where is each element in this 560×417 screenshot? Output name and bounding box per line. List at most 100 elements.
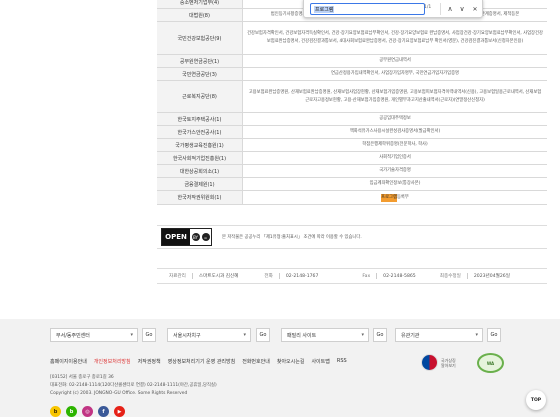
select-label: 서울시자치구 xyxy=(173,332,201,339)
chevron-down-icon: ▾ xyxy=(475,332,478,338)
divider xyxy=(466,273,468,279)
document-list: 입금계좌확인정보(통장사본) xyxy=(369,181,421,186)
footer-link[interactable]: RSS xyxy=(337,358,347,365)
agency-name: 국가평생교육진흥원(1) xyxy=(157,139,243,151)
footer-link[interactable]: 전화번호안내 xyxy=(242,358,270,365)
select-label: 부서/동주민센터 xyxy=(56,332,90,339)
divider xyxy=(278,273,280,279)
select-label: 패밀리 사이트 xyxy=(287,332,317,339)
chevron-down-icon: ▾ xyxy=(130,332,133,338)
find-prev-button[interactable]: ∧ xyxy=(445,3,455,15)
dept-label: 자료관리 xyxy=(169,274,186,279)
district-select[interactable]: 서울시자치구 ▾ xyxy=(167,328,251,342)
find-separator xyxy=(440,3,441,15)
dept-select[interactable]: 부서/동주민센터 ▾ xyxy=(50,328,138,342)
page: 중소벤처기업부(4)벤처기업확인서, 벤처기업확인서(영문), 중소기업확인서,… xyxy=(0,0,560,417)
footer-link[interactable]: 사이트맵 xyxy=(311,358,329,365)
footer-link[interactable]: 홈페이지이용안내 xyxy=(50,358,87,365)
close-icon: ✕ xyxy=(472,5,478,13)
footer-link[interactable]: 저작권정책 xyxy=(138,358,161,365)
blog-icon[interactable]: b xyxy=(66,406,77,417)
document-list: 건강보험자격확인서, 건강보험자격득실확인서, 건강·장기요양보험료납부확인서,… xyxy=(247,31,543,44)
agency-name: 공무원연금공단(1) xyxy=(157,55,243,67)
web-accessibility-mark[interactable]: WA xyxy=(477,353,504,373)
doc-text: 등록부 xyxy=(396,194,409,200)
footer-info: [03152] 서울 종로구 종로1길 36 대표전화: 02-2148-111… xyxy=(50,374,217,398)
license-icons: BY = xyxy=(190,229,211,245)
document-list: 사회적기업인증서 xyxy=(379,155,411,160)
agency-name: 금융결제원(1) xyxy=(157,178,243,190)
find-close-button[interactable]: ✕ xyxy=(470,3,480,15)
footer-link[interactable]: 영상정보처리기기 운영 관리방침 xyxy=(168,358,236,365)
document-list: 연금산정용가입내역확인서, 사업장가입자명부, 국민연금가입자가입증명 xyxy=(330,71,459,76)
facebook-icon[interactable]: f xyxy=(98,406,109,417)
document-list: 국가기술자격증명 xyxy=(379,168,411,173)
agency-docs-table: 중소벤처기업부(4)벤처기업확인서, 벤처기업확인서(영문), 중소기업확인서,… xyxy=(157,0,547,205)
national-symbol-text: 국가상징 알아보기 xyxy=(441,358,456,368)
document-list: 액화석유가스사용시설완성검사증명서(발급확인서) xyxy=(349,129,441,134)
document-list: 프로그램 등록부 xyxy=(243,191,547,204)
footer-links: 홈페이지이용안내 개인정보처리방침 저작권정책 영상정보처리기기 운영 관리방침… xyxy=(50,358,347,365)
chevron-down-icon: ▾ xyxy=(243,332,246,338)
taegeuk-icon xyxy=(421,354,438,371)
divider xyxy=(376,273,378,279)
document-list: 학점은행제학위증명(전문학사, 학사) xyxy=(362,142,428,147)
table-row: 한국사회적기업진흥원(1) 사회적기업인증서 xyxy=(157,152,547,165)
kakao-icon[interactable]: b xyxy=(50,406,61,417)
top-button[interactable]: TOP xyxy=(526,390,546,410)
table-row: 국가평생교육진흥원(1) 학점은행제학위증명(전문학사, 학사) xyxy=(157,139,547,152)
document-list: 공무원연금내역서 xyxy=(379,58,411,63)
chevron-down-icon: ∨ xyxy=(459,5,465,13)
agency-name: 대법원(8) xyxy=(157,9,243,21)
table-row: 국민건강보험공단(9) 건강보험자격확인서, 건강보험자격득실확인서, 건강·장기… xyxy=(157,22,547,55)
chevron-up-icon: ∧ xyxy=(447,5,453,13)
select-label: 유관기관 xyxy=(401,332,420,339)
table-row: 근로복지공단(8) 고용보험료완납증명원, 산재보험료완납증명원, 산재보험사업장… xyxy=(157,81,547,113)
table-row: 공무원연금공단(1) 공무원연금내역서 xyxy=(157,55,547,68)
site-footer: 부서/동주민센터 ▾ Go 서울시자치구 ▾ Go 패밀리 사이트 ▾ Go 유… xyxy=(0,319,560,417)
dept-value: 스마트도시과 김신혜 xyxy=(198,274,239,279)
agency-name: 대한상공회의소(1) xyxy=(157,165,243,177)
agency-name: 중소벤처기업부(4) xyxy=(157,0,243,8)
instagram-icon[interactable]: ◎ xyxy=(82,406,93,417)
national-symbol-line1: 국가상징 xyxy=(441,357,456,363)
youtube-icon[interactable]: ▶ xyxy=(114,406,125,417)
related-org-go-button[interactable]: Go xyxy=(487,328,501,342)
document-list: 공공임대주택정보 xyxy=(379,116,411,121)
agency-name: 한국가스안전공사(1) xyxy=(157,126,243,138)
agency-name: 국민연금공단(3) xyxy=(157,68,243,80)
fax-label: Fax xyxy=(362,273,371,279)
related-org-select[interactable]: 유관기관 ▾ xyxy=(395,328,483,342)
family-site-go-button[interactable]: Go xyxy=(373,328,387,342)
kogl-logo[interactable]: OPEN BY = xyxy=(161,228,212,246)
find-input[interactable]: 프로그램 xyxy=(310,3,425,15)
agency-name: 근로복지공단(8) xyxy=(157,81,243,112)
updated-value: 2023년04월26일 xyxy=(473,274,510,279)
license-section: OPEN BY = 본 저작물은 공공누리 「제1유형:출처표시」 조건에 따라… xyxy=(157,225,547,249)
tel-value: 02-2148-1767 xyxy=(285,273,319,279)
table-row: 대한상공회의소(1) 국가기술자격증명 xyxy=(157,165,547,178)
address: [03152] 서울 종로구 종로1길 36 xyxy=(50,375,114,380)
family-site-select[interactable]: 패밀리 사이트 ▾ xyxy=(281,328,369,342)
equal-icon: = xyxy=(201,233,210,241)
phone-numbers: 대표전화: 02-2148-1114(120다산콜센터로 연결) 02-2148… xyxy=(50,383,217,388)
dept-go-button[interactable]: Go xyxy=(142,328,156,342)
footer-link-privacy[interactable]: 개인정보처리방침 xyxy=(94,358,131,365)
open-logo-text: OPEN xyxy=(162,229,190,245)
national-symbol-link[interactable]: 국가상징 알아보기 xyxy=(421,354,456,371)
license-text: 본 저작물은 공공누리 「제1유형:출처표시」 조건에 따라 이용할 수 있습니… xyxy=(222,235,362,240)
page-manager-info: 자료관리 스마트도시과 김신혜 전화 02-2148-1767 Fax 02-2… xyxy=(157,268,547,284)
find-query: 프로그램 xyxy=(314,6,335,13)
national-symbol-line2: 알아보기 xyxy=(441,362,456,368)
social-links: b b ◎ f ▶ xyxy=(50,406,125,417)
document-list: 고용보험료완납증명원, 산재보험료완납증명원, 산재보험사업장현황, 산재보험가… xyxy=(248,89,542,103)
district-go-button[interactable]: Go xyxy=(256,328,270,342)
find-match-count: 1/1 xyxy=(424,5,432,10)
find-in-page-bar: 프로그램 1/1 ∧ ∨ ✕ xyxy=(303,0,483,18)
table-row: 국민연금공단(3) 연금산정용가입내역확인서, 사업장가입자명부, 국민연금가입자… xyxy=(157,68,547,81)
find-next-button[interactable]: ∨ xyxy=(457,3,467,15)
footer-link[interactable]: 찾아오시는길 xyxy=(277,358,305,365)
updated-label: 최종수정일 xyxy=(439,274,461,279)
table-row: 금융결제원(1) 입금계좌확인정보(통장사본) xyxy=(157,178,547,191)
divider xyxy=(191,273,193,279)
